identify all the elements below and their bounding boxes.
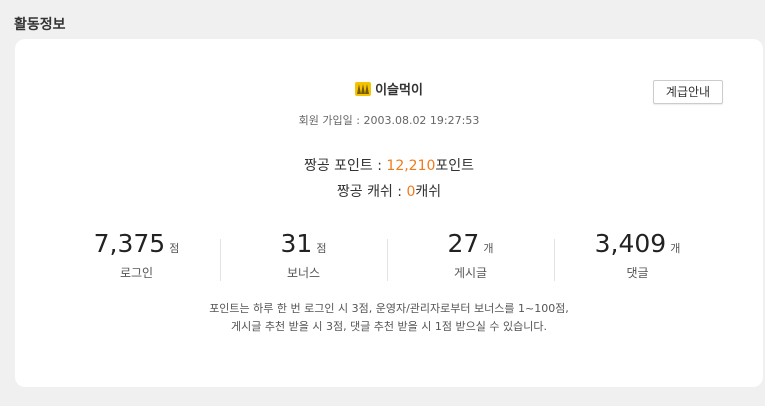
stat-login-label: 로그인 [119, 266, 154, 280]
points-row: 짱공 포인트 : 12,210포인트 [15, 155, 763, 175]
rank-row: 이슬먹이 [15, 79, 763, 100]
nickname: 이슬먹이 [375, 83, 423, 98]
stat-bonus-value: 31 [280, 229, 313, 258]
stat-posts-value: 27 [447, 229, 480, 258]
stat-posts-unit: 개 [483, 242, 494, 255]
stat-login-value: 7,375 [93, 229, 166, 258]
cash-unit: 캐쉬 [415, 184, 442, 200]
stat-comments-value: 3,409 [594, 229, 667, 258]
stat-bonus: 31 점 보너스 [220, 229, 387, 285]
join-date-row: 회원 가입일 : 2003.08.02 19:27:53 [15, 112, 763, 128]
stat-bonus-label: 보너스 [286, 266, 321, 280]
stat-login: 7,375 점 로그인 [53, 229, 220, 285]
notice-line-1: 포인트는 하루 한 번 로그인 시 3점, 운영자/관리자로부터 보너스를 1~… [209, 302, 569, 315]
stat-posts-label: 게시글 [453, 266, 488, 280]
section-title: 활동정보 [14, 17, 66, 33]
points-notice: 포인트는 하루 한 번 로그인 시 3점, 운영자/관리자로부터 보너스를 1~… [15, 300, 763, 336]
points-label: 짱공 포인트 : [303, 158, 387, 174]
rank-guide-button[interactable]: 계급안내 [653, 80, 723, 104]
points-unit: 포인트 [435, 158, 475, 174]
cash-label: 짱공 캐쉬 : [336, 184, 407, 200]
stat-comments: 3,409 개 댓글 [554, 229, 721, 285]
join-date-value: 2003.08.02 19:27:53 [363, 114, 480, 127]
stat-comments-label: 댓글 [626, 266, 649, 280]
stat-bonus-unit: 점 [316, 242, 327, 255]
cash-row: 짱공 캐쉬 : 0캐쉬 [15, 181, 763, 201]
stat-posts: 27 개 게시글 [387, 229, 554, 285]
rank-badge-icon [355, 82, 372, 100]
points-value: 12,210 [386, 158, 436, 174]
stat-comments-unit: 개 [670, 242, 681, 255]
stats-row: 7,375 점 로그인 31 점 보너스 27 개 게시글 3,409 개 댓글 [53, 229, 721, 285]
notice-line-2: 게시글 추천 받을 시 3점, 댓글 추천 받을 시 1점 받으실 수 있습니다… [231, 320, 547, 333]
activity-card: 이슬먹이 계급안내 회원 가입일 : 2003.08.02 19:27:53 짱… [15, 39, 763, 387]
stat-login-unit: 점 [169, 242, 180, 255]
join-date-label: 회원 가입일 : [298, 114, 364, 127]
